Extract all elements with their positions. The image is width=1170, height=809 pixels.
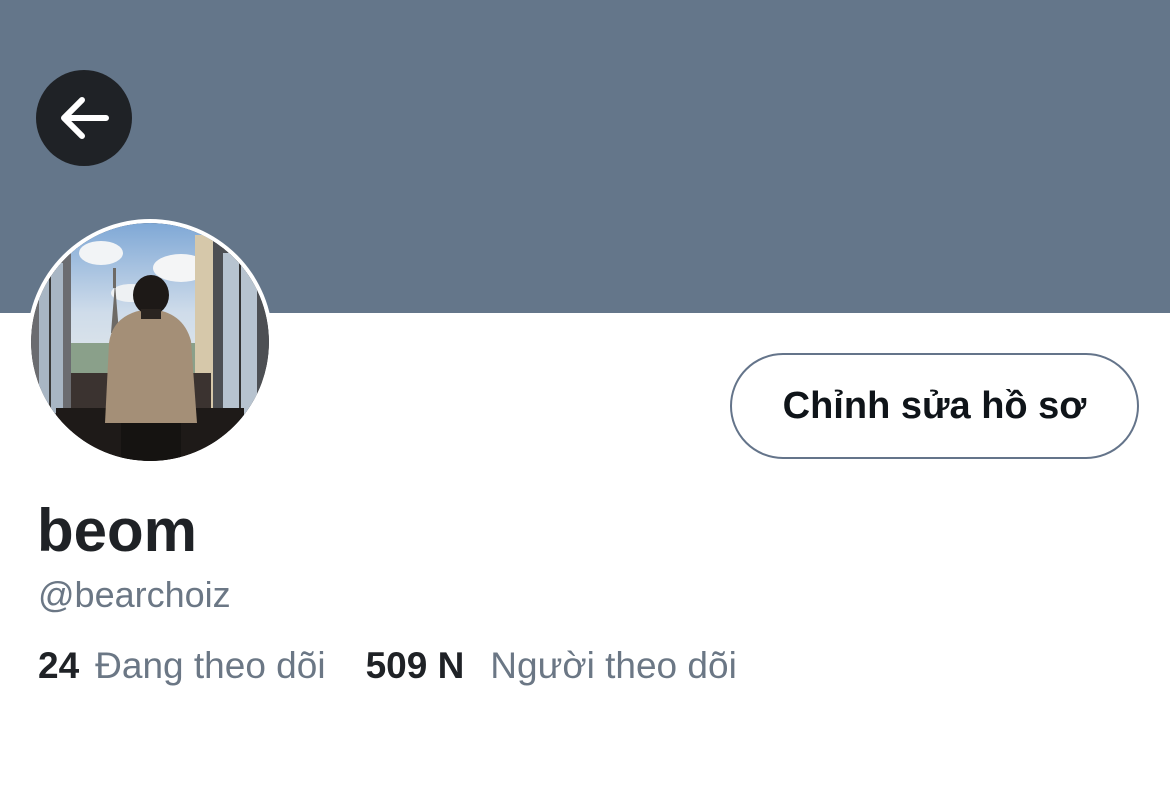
followers-link[interactable]: 509 N Người theo dõi [366, 643, 737, 689]
edit-profile-button[interactable]: Chỉnh sửa hồ sơ [730, 353, 1139, 459]
user-handle: @bearchoiz [38, 574, 231, 615]
follow-stats: 24 Đang theo dõi 509 N Người theo dõi [38, 643, 737, 689]
arrow-left-icon [61, 97, 109, 139]
following-count: 24 [38, 645, 80, 686]
profile-photo [31, 223, 269, 461]
followers-label: Người theo dõi [490, 645, 737, 686]
followers-count: 509 N [365, 645, 465, 686]
display-name: beom [37, 497, 198, 564]
back-button[interactable] [36, 70, 132, 166]
avatar[interactable] [27, 219, 273, 465]
following-label: Đang theo dõi [95, 645, 326, 686]
following-link[interactable]: 24 Đang theo dõi [38, 643, 326, 689]
